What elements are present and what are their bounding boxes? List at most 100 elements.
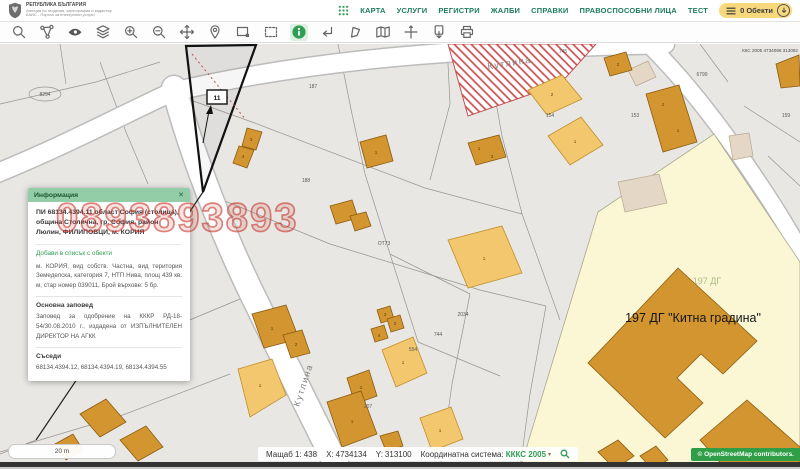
tool-print[interactable] bbox=[458, 24, 476, 41]
corner-arrow-icon bbox=[319, 24, 335, 40]
neighbors-heading: Съседи bbox=[36, 347, 182, 360]
parcel-number: 6799 bbox=[696, 72, 707, 78]
tool-layers-tree[interactable] bbox=[38, 24, 56, 41]
zoom-out-icon bbox=[151, 24, 167, 40]
order-text: Заповед за одобрение на КККР РД-18-54/30… bbox=[36, 312, 182, 341]
building-number: 1 bbox=[375, 150, 378, 155]
info-popup-body: ПИ 68134.4394.11 област София (столица),… bbox=[28, 202, 190, 381]
scale-bar-label: 20 m bbox=[55, 448, 69, 455]
brand: РЕПУБЛИКА БЪЛГАРИЯ Агенция по геодезия, … bbox=[8, 2, 112, 19]
street-number: 745 bbox=[559, 49, 568, 55]
nav-karta[interactable]: КАРТА bbox=[360, 6, 385, 15]
close-icon[interactable]: ✕ bbox=[178, 191, 184, 199]
coat-of-arms-logo bbox=[8, 2, 22, 19]
tool-search[interactable] bbox=[10, 24, 28, 41]
y-value: 313100 bbox=[385, 450, 412, 459]
parcel-number: 153 bbox=[631, 113, 640, 119]
map-scale: Мащаб 1: 438 bbox=[266, 450, 317, 459]
dropdown-caret-icon: ▾ bbox=[548, 451, 551, 458]
brand-portal: КАИС - Портал за електронни услуги bbox=[26, 13, 112, 18]
x-label: X: bbox=[326, 450, 334, 459]
parcel-number: 554 bbox=[409, 347, 418, 353]
tool-info[interactable] bbox=[290, 24, 308, 41]
info-popup: Информация ✕ ПИ 68134.4394.11 област Соф… bbox=[28, 188, 190, 381]
x-value: 4734134 bbox=[336, 450, 367, 459]
building-number: 1 bbox=[351, 419, 354, 424]
tool-layers[interactable] bbox=[94, 24, 112, 41]
layers-tree-icon bbox=[39, 24, 55, 40]
nav-zhalbi[interactable]: ЖАЛБИ bbox=[491, 6, 520, 15]
kindergarten-label: 197 ДГ "Китна градина" bbox=[625, 311, 761, 325]
nav-test[interactable]: ТЕСТ bbox=[688, 6, 708, 15]
building-number: 2 bbox=[295, 342, 298, 347]
nav-registri[interactable]: РЕГИСТРИ bbox=[438, 6, 479, 15]
nav-uslugi[interactable]: УСЛУГИ bbox=[397, 6, 428, 15]
nav-pravosposobni-litsa[interactable]: ПРАВОСПОСОБНИ ЛИЦА bbox=[580, 6, 677, 15]
tool-map-sheets[interactable] bbox=[374, 24, 392, 41]
apps-grid-icon[interactable] bbox=[338, 5, 349, 16]
tool-zoom-in[interactable] bbox=[122, 24, 140, 41]
parcel-number: 188 bbox=[302, 178, 311, 184]
building-number: 1 bbox=[677, 128, 680, 133]
layers-icon bbox=[95, 24, 111, 40]
building-number: 4 bbox=[378, 333, 381, 338]
building-number: 3 bbox=[250, 137, 253, 142]
building-number: 2 bbox=[360, 385, 363, 390]
parcel-number: 154 bbox=[546, 113, 555, 119]
building-number: 1 bbox=[402, 360, 405, 365]
info-popup-title: Информация bbox=[34, 192, 78, 199]
osm-attribution-text: © OpenStreetMap contributors. bbox=[697, 451, 794, 458]
parcel-description: м. КОРИЯ, вид собств. Частна, вид терито… bbox=[36, 262, 182, 291]
tool-select-extent[interactable] bbox=[262, 24, 280, 41]
building-number: 3 bbox=[384, 312, 387, 317]
tool-locate[interactable] bbox=[206, 24, 224, 41]
neighbors-list: 68134.4394.12, 68134.4394.19, 68134.4394… bbox=[36, 363, 182, 373]
crs-value: КККС 2005 bbox=[506, 450, 546, 459]
building-number: 3 bbox=[491, 154, 494, 159]
nav-spravki[interactable]: СПРАВКИ bbox=[531, 6, 568, 15]
tool-previous-extent[interactable] bbox=[318, 24, 336, 41]
building-number: 1 bbox=[259, 383, 262, 388]
status-bar: Мащаб 1: 438 X: 4734134 Y: 313100 Коорди… bbox=[258, 447, 578, 461]
building-number: 4 bbox=[242, 154, 245, 159]
tool-select-polygon[interactable] bbox=[346, 24, 364, 41]
corner-coordinate-readout: ККС 2005 4734096 313092 bbox=[742, 48, 798, 53]
search-icon bbox=[11, 24, 27, 40]
building-number: 1 bbox=[271, 326, 274, 331]
tool-export[interactable] bbox=[430, 24, 448, 41]
scale-label: Мащаб 1: bbox=[266, 450, 302, 459]
parcel-number: 2034 bbox=[457, 312, 468, 318]
tool-pan[interactable] bbox=[178, 24, 196, 41]
printer-icon bbox=[459, 24, 475, 40]
scale-value: 438 bbox=[304, 450, 317, 459]
tool-select-rectangle[interactable] bbox=[234, 24, 252, 41]
tool-measure[interactable] bbox=[402, 24, 420, 41]
map-toolbar bbox=[0, 22, 800, 43]
parcel-number: 744 bbox=[434, 332, 443, 338]
building-number: 2 bbox=[617, 62, 620, 67]
callout-label: 11 bbox=[214, 95, 221, 102]
parcel-number: 187 bbox=[309, 84, 318, 90]
building-number: 1 bbox=[478, 146, 481, 151]
download-objects-button[interactable] bbox=[777, 4, 790, 17]
building-number: 2 bbox=[394, 321, 397, 326]
osm-attribution[interactable]: © OpenStreetMap contributors. bbox=[691, 448, 800, 461]
add-to-objects-link[interactable]: Добави в списък с обекти bbox=[36, 250, 182, 257]
y-label: Y: bbox=[376, 450, 383, 459]
cursor-x: X: 4734134 bbox=[326, 450, 367, 459]
tool-zoom-out[interactable] bbox=[150, 24, 168, 41]
info-popup-header[interactable]: Информация ✕ bbox=[28, 188, 190, 202]
coordinate-search-icon[interactable] bbox=[560, 449, 570, 459]
pan-icon bbox=[179, 24, 195, 40]
app-header: РЕПУБЛИКА БЪЛГАРИЯ Агенция по геодезия, … bbox=[0, 0, 800, 22]
objects-button[interactable]: 0 Обекти bbox=[719, 3, 792, 18]
tool-base-map[interactable] bbox=[66, 24, 84, 41]
kindergarten-label-faint: 197 ДГ bbox=[693, 276, 722, 286]
objects-count-label: 0 Обекти bbox=[740, 6, 773, 15]
info-icon bbox=[291, 24, 307, 40]
crs-selector[interactable]: Координатна система: КККС 2005 ▾ bbox=[421, 450, 551, 459]
survey-point-label: ОТ73 bbox=[378, 241, 391, 247]
building-number: 1 bbox=[483, 256, 486, 261]
parcel-number: 159 bbox=[782, 113, 791, 119]
crs-label: Координатна система: bbox=[421, 450, 504, 459]
